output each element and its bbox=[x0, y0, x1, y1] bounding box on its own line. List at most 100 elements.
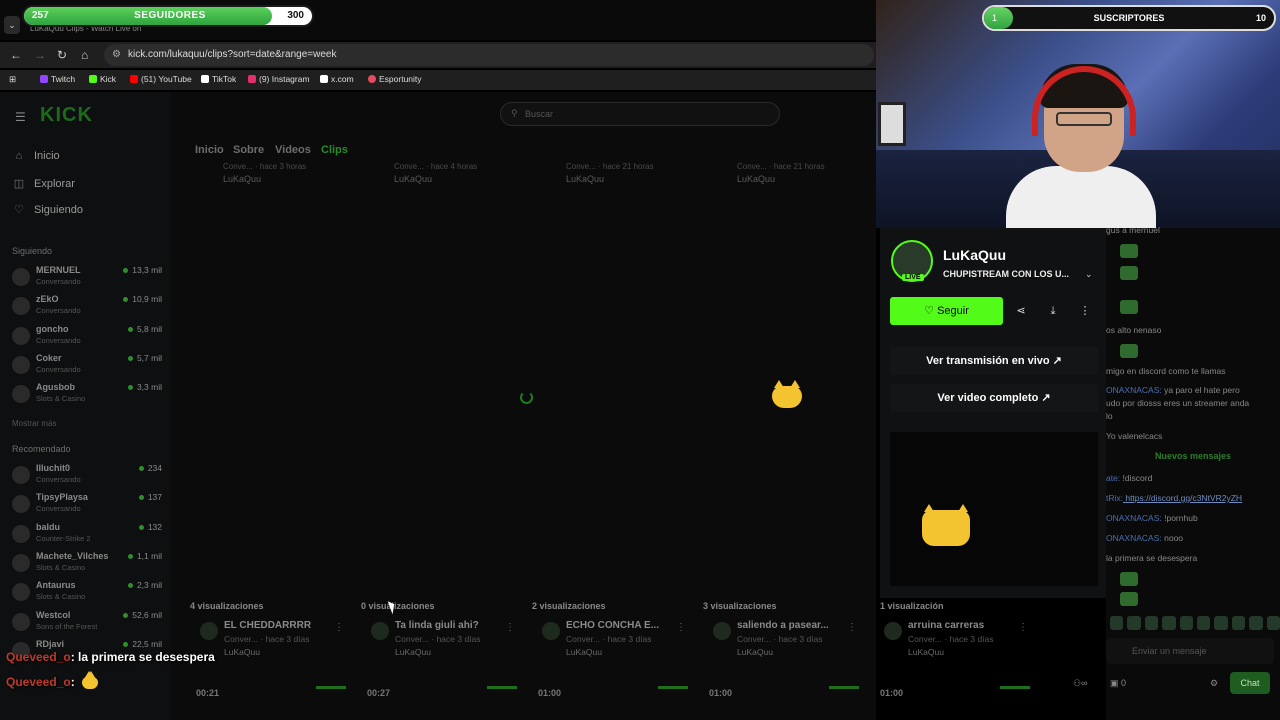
show-more-link[interactable]: Mostrar más bbox=[12, 419, 56, 428]
heart-icon: ♡ bbox=[14, 204, 24, 216]
bookmark-x[interactable]: x.com bbox=[320, 74, 354, 84]
url-bar: ← → ↻ ⌂ ⚙ kick.com/lukaquu/clips?sort=da… bbox=[0, 42, 876, 68]
chat-input[interactable]: Enviar un mensaje bbox=[1106, 638, 1274, 664]
tab-videos[interactable]: Videos bbox=[275, 144, 311, 156]
emote-icon bbox=[82, 670, 99, 689]
bookmark-twitch[interactable]: Twitch bbox=[40, 74, 75, 84]
menu-icon[interactable]: ☰ bbox=[15, 110, 26, 124]
discord-link[interactable]: https://discord.gg/c3NtVR2yZH bbox=[1123, 493, 1242, 503]
following-channel[interactable]: MERNUEL Conversando 13,3 mil bbox=[12, 265, 162, 293]
bookmark-esportunity[interactable]: Esportunity bbox=[368, 74, 422, 84]
following-channel[interactable]: Coker Conversando 5,7 mil bbox=[12, 353, 162, 381]
cat-emote-icon bbox=[772, 380, 802, 408]
clip-progress bbox=[658, 686, 688, 689]
tab-sobre[interactable]: Sobre bbox=[233, 144, 264, 156]
avatar bbox=[371, 622, 389, 640]
address-input[interactable]: ⚙ kick.com/lukaquu/clips?sort=date&range… bbox=[104, 44, 874, 66]
recommended-channel[interactable]: Westcol Sons of the Forest 52,6 mil bbox=[12, 610, 162, 638]
clip-progress bbox=[487, 686, 517, 689]
streamer-card: LIVE LuKaQuu CHUPISTREAM CON LOS U... ⌄ … bbox=[880, 228, 1106, 598]
clip-progress bbox=[829, 686, 859, 689]
site-info-icon[interactable]: ⚙ bbox=[112, 49, 121, 60]
kick-logo[interactable]: KICK bbox=[40, 104, 93, 127]
nav-explorar[interactable]: ◫ Explorar bbox=[12, 177, 75, 191]
more-options-icon[interactable]: ⋮ bbox=[1071, 297, 1099, 325]
followers-goal: 300 bbox=[287, 10, 304, 21]
forward-icon[interactable]: → bbox=[34, 48, 46, 62]
avatar bbox=[12, 583, 30, 601]
tab-clips[interactable]: Clips bbox=[321, 144, 348, 156]
more-options-icon[interactable]: ⋮ bbox=[676, 622, 686, 633]
loading-spinner bbox=[520, 391, 533, 404]
share-icon[interactable]: ⋖ bbox=[1007, 297, 1035, 325]
more-options-icon[interactable]: ⋮ bbox=[1018, 622, 1028, 633]
watch-live-button[interactable]: Ver transmisión en vivo ↗ bbox=[890, 347, 1098, 375]
recommended-channel[interactable]: Antaurus Slots & Casino 2,3 mil bbox=[12, 580, 162, 608]
search-input[interactable]: ⚲ Buscar bbox=[500, 102, 780, 126]
clip-card-partial[interactable]: Conve... · hace 21 horas LuKaQuu bbox=[566, 162, 654, 184]
reload-icon[interactable]: ↻ bbox=[57, 48, 67, 62]
avatar bbox=[12, 356, 30, 374]
clip-card-partial[interactable]: Conve... · hace 3 horas LuKaQuu bbox=[223, 162, 306, 184]
bookmark-tiktok[interactable]: TikTok bbox=[201, 74, 236, 84]
home-icon[interactable]: ⌂ bbox=[81, 48, 88, 62]
bookmark-instagram[interactable]: (9) Instagram bbox=[248, 74, 310, 84]
wall-picture bbox=[878, 102, 906, 146]
chat-message: udo por diosss eres un streamer anda bbox=[1106, 398, 1250, 408]
clip-preview[interactable] bbox=[890, 432, 1098, 586]
clip-card[interactable]: 3 visualizaciones saliendo a pasear... C… bbox=[703, 596, 865, 698]
avatar bbox=[12, 613, 30, 631]
more-options-icon[interactable]: ⋮ bbox=[505, 622, 515, 633]
avatar bbox=[200, 622, 218, 640]
emote-picker-row[interactable] bbox=[1106, 616, 1280, 630]
tab-list-button[interactable]: ⌄ bbox=[4, 16, 20, 34]
new-messages-divider[interactable]: Nuevos mensajes bbox=[1106, 451, 1280, 461]
live-badge: LIVE bbox=[902, 274, 924, 281]
avatar bbox=[713, 622, 731, 640]
clip-card-partial[interactable]: Conve... · hace 4 horas LuKaQuu bbox=[394, 162, 477, 184]
more-options-icon[interactable]: ⋮ bbox=[847, 622, 857, 633]
streamer-name[interactable]: LuKaQuu bbox=[943, 247, 1006, 263]
download-icon[interactable]: ⤓ bbox=[1039, 297, 1067, 325]
chat-panel: gus a mernuel os alto nenaso migo en dis… bbox=[1106, 225, 1280, 720]
following-channel[interactable]: goncho Conversando 5,8 mil bbox=[12, 324, 162, 352]
bookmark-kick[interactable]: Kick bbox=[89, 74, 116, 84]
subs-goal: 10 bbox=[1255, 13, 1266, 23]
chat-message: migo en discord como te llamas bbox=[1106, 366, 1226, 376]
follow-button[interactable]: ♡ Seguir bbox=[890, 297, 1003, 325]
chat-message: lo bbox=[1106, 411, 1113, 421]
tab-inicio[interactable]: Inicio bbox=[195, 144, 224, 156]
subs-label: SUSCRIPTORES bbox=[1093, 13, 1165, 23]
chat-send-button[interactable]: Chat bbox=[1230, 672, 1270, 694]
external-link-icon: ↗ bbox=[1052, 355, 1062, 367]
more-options-icon[interactable]: ⋮ bbox=[334, 622, 344, 633]
settings-icon[interactable]: ⚙ bbox=[1210, 678, 1218, 689]
chat-message: os alto nenaso bbox=[1106, 325, 1162, 335]
clip-card-partial[interactable]: Conve... · hace 21 horas LuKaQuu bbox=[737, 162, 825, 184]
webcam-feed bbox=[876, 0, 1280, 228]
subs-goal-bar: 1 SUSCRIPTORES 10 bbox=[982, 5, 1276, 31]
clip-card[interactable]: 2 visualizaciones ECHO CONCHA E... Conve… bbox=[532, 596, 694, 698]
bookmark-youtube[interactable]: (51) YouTube bbox=[130, 74, 192, 84]
following-section-title: Siguiendo bbox=[12, 246, 53, 256]
clip-card[interactable]: 0 visualizaciones Ta linda giuli ahi? Co… bbox=[361, 596, 523, 698]
back-icon[interactable]: ← bbox=[10, 48, 22, 62]
recommended-channel[interactable]: baldu Counter-Strike 2 132 bbox=[12, 522, 162, 550]
external-link-icon: ↗ bbox=[1041, 392, 1051, 404]
recommended-channel[interactable]: TipsyPlaysa Conversando 137 bbox=[12, 492, 162, 520]
following-channel[interactable]: zEkO Conversando 10,9 mil bbox=[12, 294, 162, 322]
chevron-down-icon[interactable]: ⌄ bbox=[1085, 269, 1093, 280]
nav-inicio[interactable]: ⌂ Inicio bbox=[12, 150, 60, 162]
clip-progress bbox=[316, 686, 346, 689]
recommended-channel[interactable]: Machete_Vilches Slots & Casino 1,1 mil bbox=[12, 551, 162, 579]
recommended-channel[interactable]: Illuchit0 Conversando 234 bbox=[12, 463, 162, 491]
nav-siguiendo[interactable]: ♡ Siguiendo bbox=[12, 203, 83, 217]
viewer-count: ⚇∞ ▣ 0 bbox=[1073, 678, 1127, 688]
apps-icon[interactable]: ⊞ bbox=[9, 74, 16, 85]
clip-card[interactable]: 4 visualizaciones EL CHEDDARRRR Conver..… bbox=[190, 596, 352, 698]
avatar bbox=[12, 327, 30, 345]
watch-full-video-button[interactable]: Ver video completo ↗ bbox=[890, 384, 1098, 412]
following-channel[interactable]: Agusbob Slots & Casino 3,3 mil bbox=[12, 382, 162, 410]
kick-page: ☰ KICK ⌂ Inicio ◫ Explorar ♡ Siguiendo Sigu… bbox=[0, 92, 876, 720]
clip-card[interactable]: 1 visualización arruina carreras Conver.… bbox=[874, 596, 1036, 698]
